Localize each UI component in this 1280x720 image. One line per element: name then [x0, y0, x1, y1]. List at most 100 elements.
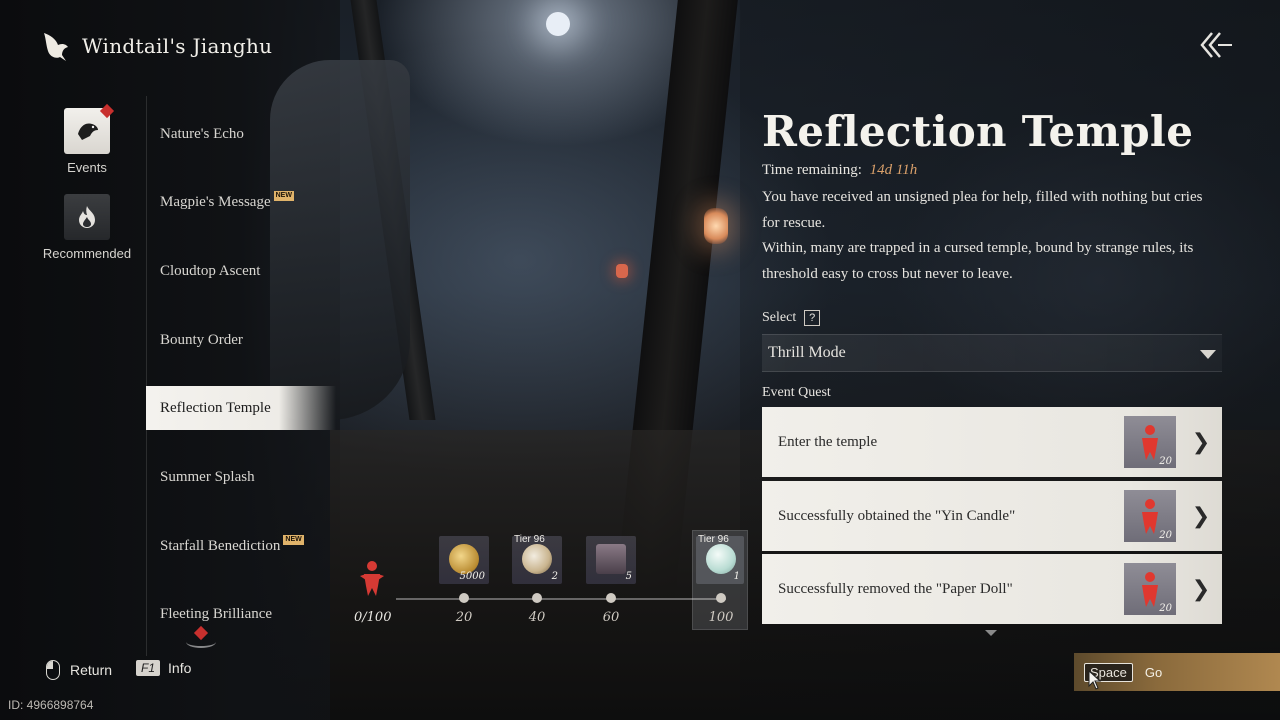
magpie-icon [64, 103, 115, 154]
menu-item-natures-echo[interactable]: Nature's Echo [146, 112, 336, 156]
mode-value: Thrill Mode [768, 344, 846, 361]
reward-amount: 2 [551, 571, 558, 582]
menu-item-cloudtop-ascent[interactable]: Cloudtop Ascent [146, 249, 336, 293]
quest-reward: 20 [1124, 563, 1176, 615]
quest-item[interactable]: Enter the temple 20 ❯ [762, 407, 1222, 477]
paper-doll-icon [1142, 572, 1158, 607]
reward-item[interactable]: Tier 96 2 [512, 534, 562, 584]
quest-reward-count: 20 [1159, 530, 1172, 541]
time-value: 14d 11h [869, 162, 918, 178]
flame-icon [64, 194, 110, 240]
lantern [616, 264, 628, 278]
reward-amount: 5 [625, 571, 632, 582]
page-title: Windtail's Jianghu [82, 34, 273, 58]
menu-item-label: Starfall Benediction [160, 537, 281, 554]
category-label: Recommended [42, 246, 132, 261]
milestone-label: 20 [455, 610, 473, 625]
go-label: Go [1144, 664, 1163, 680]
event-title: Reflection Temple [762, 107, 1194, 156]
ore-icon [522, 544, 552, 574]
time-remaining: Time remaining: 14d 11h [762, 162, 1232, 179]
menu-item-label: Bounty Order [160, 331, 243, 348]
menu-item-label: Magpie's Message [160, 193, 271, 210]
menu-item-summer-splash[interactable]: Summer Splash [146, 455, 336, 499]
menu-item-label: Nature's Echo [160, 125, 244, 142]
milestone-label: 60 [602, 610, 620, 625]
chevron-right-icon: ❯ [1191, 429, 1211, 455]
quest-item[interactable]: Successfully obtained the "Yin Candle" 2… [762, 481, 1222, 551]
menu-item-label: Reflection Temple [160, 399, 271, 416]
category-events[interactable]: Events [32, 103, 142, 175]
menu-item-starfall-benediction[interactable]: Starfall Benediction NEW [146, 524, 336, 568]
quest-reward-count: 20 [1159, 456, 1172, 467]
milestone-node [716, 593, 726, 603]
reward-item[interactable]: Tier 96 1 [696, 534, 744, 584]
new-badge: NEW [273, 191, 294, 201]
quest-text: Successfully removed the "Paper Doll" [778, 580, 1013, 597]
help-button[interactable]: ? [804, 310, 821, 326]
mouse-cursor-icon [1088, 670, 1102, 690]
reward-item[interactable]: 5 [586, 536, 636, 584]
progress-count: 0/100 [354, 610, 392, 625]
menu-item-label: Cloudtop Ascent [160, 262, 261, 279]
chest-icon [596, 544, 626, 574]
bird-logo-icon [40, 29, 70, 63]
scroll-arc [186, 636, 216, 648]
milestone-node [532, 593, 542, 603]
mouse-left-click-icon [46, 660, 60, 680]
category-label: Events [67, 160, 107, 175]
menu-item-label: Fleeting Brilliance [160, 605, 273, 622]
reward-amount: 5000 [459, 571, 485, 582]
milestone-label: 100 [708, 610, 734, 625]
category-recommended[interactable]: Recommended [32, 194, 142, 261]
description-line: Within, many are trapped in a cursed tem… [762, 240, 1194, 282]
quest-text: Enter the temple [778, 433, 878, 450]
go-button[interactable]: Space Go [1074, 653, 1280, 691]
reward-track: 0/100 20 40 60 100 5000 Tier 96 2 5 Tier… [340, 526, 760, 630]
event-detail: Reflection Temple Time remaining: 14d 11… [762, 104, 1232, 287]
menu-item-magpies-message[interactable]: Magpie's Message NEW [146, 180, 336, 224]
select-label: Select [762, 310, 797, 325]
reward-item[interactable]: 5000 [439, 536, 489, 584]
double-chevron-left-icon [1200, 32, 1232, 58]
menu-item-label: Summer Splash [160, 468, 255, 485]
caret-down-icon [1200, 350, 1216, 359]
return-label: Return [70, 662, 113, 678]
back-button[interactable] [1196, 28, 1236, 62]
jade-icon [706, 544, 736, 574]
moon [546, 12, 570, 36]
coin-icon [449, 544, 479, 574]
milestone-label: 40 [528, 610, 546, 625]
header: Windtail's Jianghu [40, 26, 272, 66]
paper-doll-icon [1142, 499, 1158, 534]
paper-doll-icon [1142, 425, 1158, 460]
time-label: Time remaining: [762, 162, 862, 178]
milestone-node [606, 593, 616, 603]
event-description: You have received an unsigned plea for h… [762, 185, 1222, 287]
menu-item-bounty-order[interactable]: Bounty Order [146, 318, 336, 362]
chevron-right-icon: ❯ [1191, 503, 1211, 529]
quest-item[interactable]: Successfully removed the "Paper Doll" 20… [762, 554, 1222, 624]
info-hint[interactable]: F1 Info [136, 660, 191, 676]
description-line: You have received an unsigned plea for h… [762, 189, 1203, 231]
menu-item-fleeting-brilliance[interactable]: Fleeting Brilliance [146, 592, 336, 636]
lantern [704, 208, 728, 244]
milestone-node [459, 593, 469, 603]
select-row: Select ? [762, 310, 821, 326]
quest-reward: 20 [1124, 416, 1176, 468]
quest-text: Successfully obtained the "Yin Candle" [778, 507, 1016, 524]
return-hint[interactable]: Return [46, 660, 112, 680]
quest-reward-count: 20 [1159, 603, 1172, 614]
progress-track [396, 598, 726, 600]
chevron-right-icon: ❯ [1191, 576, 1211, 602]
paper-doll-icon [360, 561, 384, 596]
info-label: Info [168, 660, 192, 676]
new-badge: NEW [283, 535, 304, 545]
quest-reward: 20 [1124, 490, 1176, 542]
f1-key: F1 [136, 660, 161, 676]
player-id: ID: 4966898764 [8, 698, 94, 712]
quest-section-label: Event Quest [762, 385, 831, 400]
mode-dropdown[interactable]: Thrill Mode [762, 334, 1222, 372]
scroll-down-icon[interactable] [985, 630, 997, 636]
menu-item-reflection-temple[interactable]: Reflection Temple [146, 386, 336, 430]
